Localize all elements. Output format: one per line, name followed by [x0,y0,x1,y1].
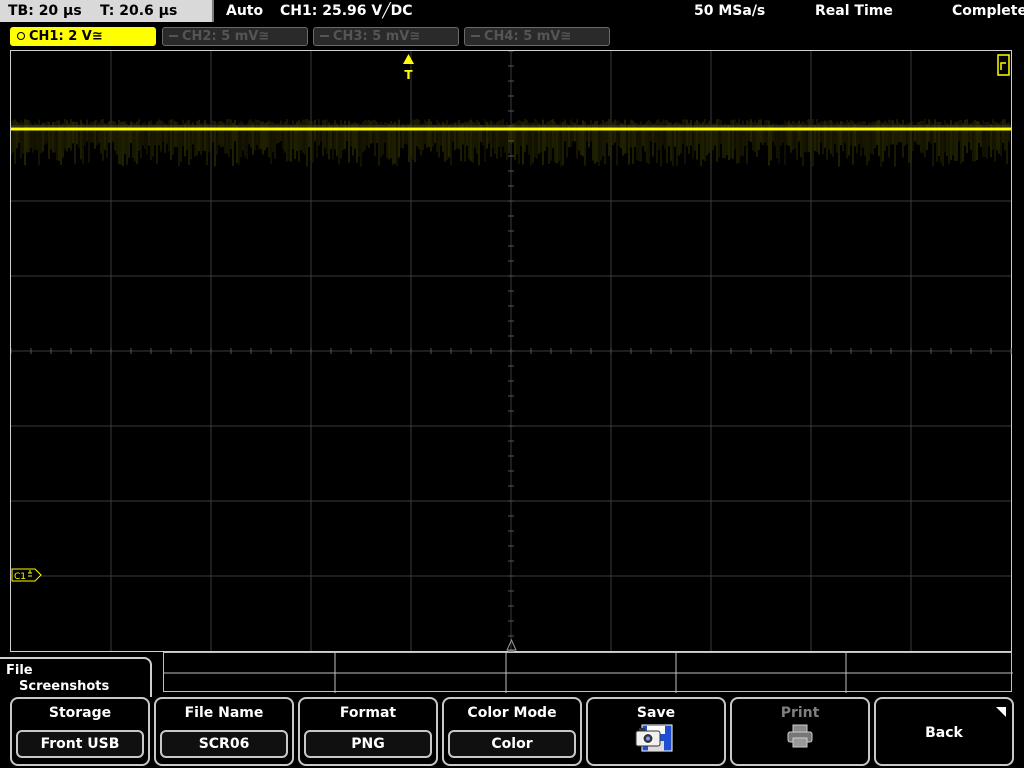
print-softkey[interactable]: Print [730,697,870,766]
channel-off-icon [169,35,178,37]
timebase-box[interactable]: TB: 20 μs T: 20.6 μs [0,0,214,22]
channel-tab-ch2[interactable]: CH2: 5 mV≅ [162,27,308,46]
channel-label: CH4: 5 mV≅ [484,29,572,44]
channel-on-icon [17,32,25,40]
softkey-title: Format [339,705,397,721]
channel-label: CH3: 5 mV≅ [333,29,421,44]
softkey-title: File Name [184,705,264,721]
info-area [163,652,1013,693]
softkey-title: Save [636,705,676,721]
channel-tab-ch4[interactable]: CH4: 5 mV≅ [464,27,610,46]
printer-icon [787,724,813,748]
camera-disk-icon [635,724,673,752]
ch1-reference-marker[interactable]: C1 [11,568,42,582]
back-label: Back [925,725,963,741]
file-name-value[interactable]: SCR06 [160,730,288,758]
timebase-value: TB: 20 μs [8,3,82,19]
back-softkey[interactable]: Back [874,697,1014,766]
trigger-arrow-icon[interactable]: T [403,54,414,82]
color-mode-value[interactable]: Color [448,730,576,758]
file-name-softkey[interactable]: File Name SCR06 [154,697,294,766]
ch1-reference-label: C1 [14,572,26,582]
menu-path-sub: Screenshots [19,679,110,694]
acquisition-mode: Real Time [815,3,893,19]
channel-tab-ch1[interactable]: CH1: 2 V≅ [10,27,156,46]
softkey-title: Print [780,705,820,721]
channel-off-icon [471,35,480,37]
color-mode-softkey[interactable]: Color Mode Color [442,697,582,766]
format-softkey[interactable]: Format PNG [298,697,438,766]
softkey-title: Color Mode [467,705,557,721]
waveform-display[interactable]: T C1 [10,50,1012,652]
trigger-info[interactable]: CH1: 25.96 V╱DC [280,3,413,19]
menu-path: File Screenshots [0,657,152,697]
corner-triangle-icon [996,707,1006,717]
storage-value[interactable]: Front USB [16,730,144,758]
menu-path-root: File [6,663,33,678]
graticule: T C1 [11,51,1012,652]
channel-tab-ch3[interactable]: CH3: 5 mV≅ [313,27,459,46]
storage-softkey[interactable]: Storage Front USB [10,697,150,766]
trigger-marker-label: T [404,68,413,82]
sample-rate: 50 MSa/s [694,3,766,19]
softkey-title: Storage [48,705,112,721]
acquisition-state: Complete [952,3,1024,19]
channel-label: CH1: 2 V≅ [29,29,103,44]
trigger-time-value: T: 20.6 μs [100,3,178,19]
save-softkey[interactable]: Save [586,697,726,766]
channel-off-icon [320,35,329,37]
trigger-mode[interactable]: Auto [226,3,263,19]
corner-status-icon [997,54,1010,76]
format-value[interactable]: PNG [304,730,432,758]
channel-label: CH2: 5 mV≅ [182,29,270,44]
status-bar: TB: 20 μs T: 20.6 μs Auto CH1: 25.96 V╱D… [0,0,1024,24]
